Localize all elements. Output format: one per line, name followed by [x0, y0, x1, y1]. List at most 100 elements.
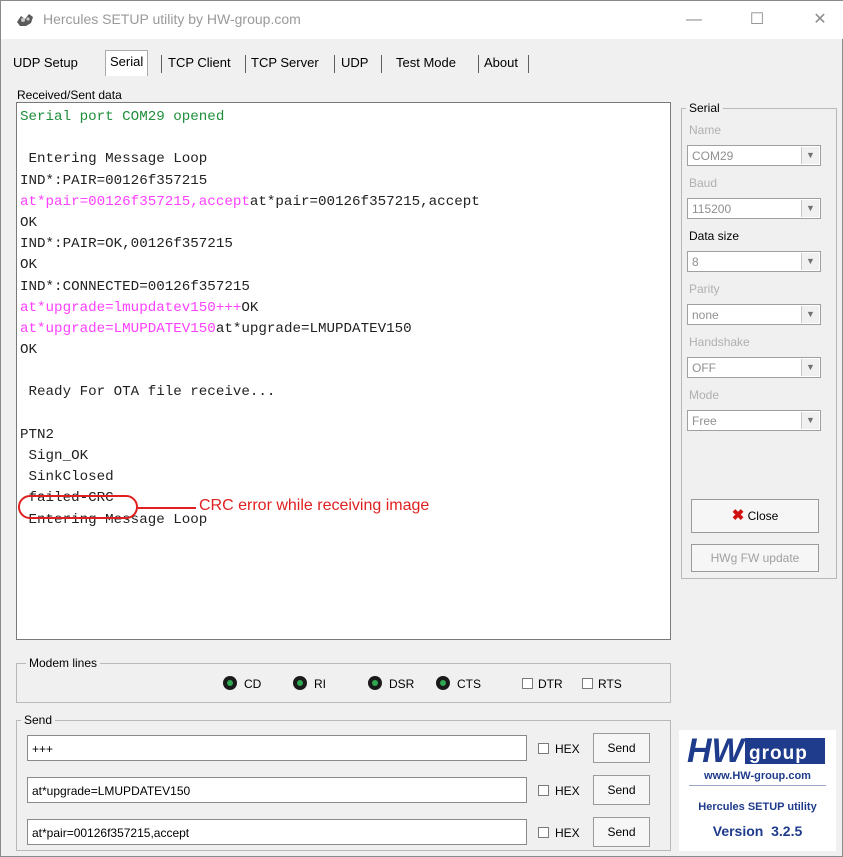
hw-group-logo-mark: HW group: [687, 732, 825, 766]
log-segment: at*upgrade=LMUPDATEV150: [215, 320, 412, 337]
dtr-label: DTR: [538, 677, 563, 691]
tab-test-mode[interactable]: Test Mode: [396, 53, 456, 77]
log-line: Sign_OK: [20, 446, 667, 467]
log-line: IND*:PAIR=OK,00126f357215: [20, 234, 667, 255]
tab-udp[interactable]: UDP: [341, 53, 368, 77]
log-segment: Serial port COM29 opened: [20, 109, 225, 125]
parity-value: none: [692, 308, 719, 322]
hex-checkbox-3[interactable]: [538, 827, 549, 838]
annotation-text: CRC error while receiving image: [199, 497, 430, 514]
log-segment: at*pair=00126f357215,accept: [249, 193, 480, 210]
send-button-1[interactable]: Send: [593, 733, 650, 763]
baud-value: 115200: [692, 202, 732, 216]
name-label: Name: [689, 123, 722, 137]
cd-label: CD: [244, 677, 262, 691]
minimize-button[interactable]: —: [677, 7, 711, 33]
port-name-select[interactable]: COM29 ▼: [687, 145, 821, 166]
tab-udp-setup[interactable]: UDP Setup: [13, 53, 78, 77]
modem-group-frame: [16, 663, 671, 703]
data-size-select[interactable]: 8 ▼: [687, 251, 821, 272]
send-input-1[interactable]: +++: [27, 735, 527, 761]
log-line: PTN2: [20, 425, 667, 446]
fw-update-button[interactable]: HWg FW update: [691, 544, 819, 572]
chevron-down-icon: ▼: [801, 200, 819, 217]
tab-separator: [334, 55, 335, 73]
log-segment: at*upgrade=LMUPDATEV150: [20, 320, 216, 337]
send-group: Send +++ HEX Send at*upgrade=LMUPDATEV15…: [16, 713, 671, 851]
app-window: Hercules SETUP utility by HW-group.com —…: [0, 0, 843, 857]
tab-separator: [161, 55, 162, 73]
tab-tcp-client[interactable]: TCP Client: [168, 53, 231, 77]
modem-lines-group: Modem lines CD RI DSR CTS DTR RTS: [16, 656, 671, 703]
close-window-button[interactable]: ✕: [803, 7, 837, 33]
log-line: Ready For OTA file receive...: [20, 382, 667, 403]
maximize-button[interactable]: ☐: [740, 7, 774, 33]
rts-checkbox[interactable]: [582, 678, 593, 689]
mode-label: Mode: [689, 388, 720, 402]
log-segment: OK: [241, 299, 259, 316]
dsr-led-icon: [368, 676, 382, 690]
close-port-label: Close: [747, 509, 779, 523]
annotation-circle: [18, 495, 138, 519]
rts-label: RTS: [598, 677, 622, 691]
window-title: Hercules SETUP utility by HW-group.com: [43, 11, 301, 27]
annotation-arrow-line: [138, 507, 196, 509]
log-segment: IND*:CONNECTED=00126f357215: [20, 278, 250, 295]
log-segment: IND*:PAIR=00126f357215: [20, 172, 208, 189]
log-segment: OK: [20, 214, 38, 231]
chevron-down-icon: ▼: [801, 306, 819, 323]
tab-about[interactable]: About: [484, 53, 518, 77]
log-segment: OK: [20, 257, 38, 274]
parity-label: Parity: [689, 282, 720, 296]
log-line: IND*:PAIR=00126f357215: [20, 171, 667, 192]
close-port-button[interactable]: ✖ Close: [691, 499, 819, 533]
hex-checkbox-2[interactable]: [538, 785, 549, 796]
chevron-down-icon: ▼: [801, 253, 819, 270]
tab-separator: [381, 55, 382, 73]
data-size-label: Data size: [689, 229, 740, 243]
logo-brand-text: group: [749, 743, 808, 764]
mode-value: Free: [692, 414, 717, 428]
handshake-label: Handshake: [689, 335, 750, 349]
send-button-2[interactable]: Send: [593, 775, 650, 805]
log-line: at*upgrade=lmupdatev150+++OK: [20, 298, 667, 319]
parity-select[interactable]: none ▼: [687, 304, 821, 325]
mode-select[interactable]: Free ▼: [687, 410, 821, 431]
serial-settings-group: Serial Name COM29 ▼ Baud 115200 ▼ Data s…: [681, 101, 837, 579]
log-segment: PTN2: [20, 426, 55, 443]
data-size-value: 8: [692, 255, 699, 269]
baud-select[interactable]: 115200 ▼: [687, 198, 821, 219]
log-segment: Ready For OTA file receive...: [20, 384, 276, 401]
log-line: Entering Message Loop: [20, 149, 667, 170]
tab-separator: [245, 55, 246, 73]
log-line: at*pair=00126f357215,acceptat*pair=00126…: [20, 192, 667, 213]
log-segment: SinkClosed: [20, 469, 114, 486]
send-input-3[interactable]: at*pair=00126f357215,accept: [27, 819, 527, 845]
log-segment: at*pair=00126f357215,accept: [20, 193, 250, 210]
baud-label: Baud: [689, 176, 718, 190]
log-line: IND*:CONNECTED=00126f357215: [20, 277, 667, 298]
handshake-select[interactable]: OFF ▼: [687, 357, 821, 378]
hex-checkbox-1[interactable]: [538, 743, 549, 754]
tab-serial[interactable]: Serial: [105, 50, 149, 76]
dtr-checkbox[interactable]: [522, 678, 533, 689]
received-data-output[interactable]: Serial port COM29 opened Entering Messag…: [16, 102, 671, 640]
title-bar: Hercules SETUP utility by HW-group.com —…: [1, 1, 843, 39]
port-name-value: COM29: [692, 149, 734, 163]
send-label: Send: [21, 713, 56, 727]
log-segment: IND*:PAIR=OK,00126f357215: [20, 236, 233, 253]
send-input-2[interactable]: at*upgrade=LMUPDATEV150: [27, 777, 527, 803]
log-line: at*upgrade=LMUPDATEV150at*upgrade=LMUPDA…: [20, 319, 667, 340]
ri-label: RI: [314, 677, 326, 691]
send-button-3[interactable]: Send: [593, 817, 650, 847]
hex-label-3: HEX: [555, 826, 580, 840]
tab-tcp-server[interactable]: TCP Server: [251, 53, 319, 77]
log-line: OK: [20, 255, 667, 276]
cd-led-icon: [223, 676, 237, 690]
log-line: SinkClosed: [20, 467, 667, 488]
modem-lines-label: Modem lines: [26, 656, 101, 670]
tab-separator: [528, 55, 529, 73]
logo-url: www.HW-group.com: [704, 770, 811, 782]
